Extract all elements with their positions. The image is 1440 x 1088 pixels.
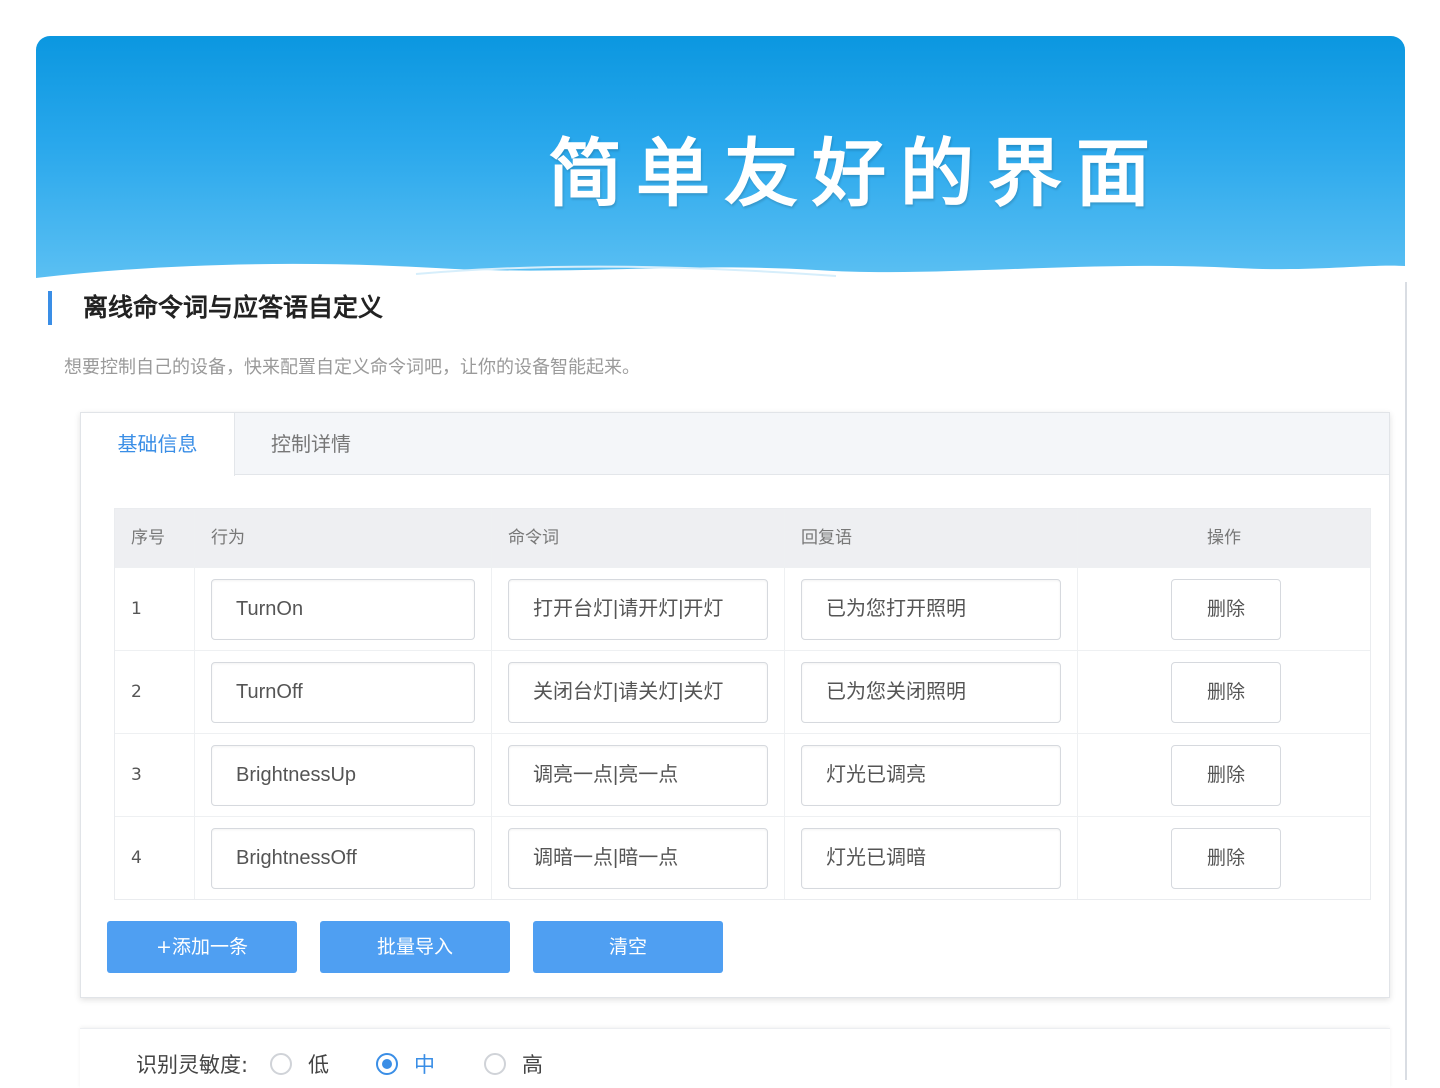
delete-button[interactable]: 删除 — [1171, 662, 1281, 723]
sensitivity-label: 识别灵敏度: — [136, 1053, 249, 1077]
reply-input[interactable]: 已为您关闭照明 — [801, 662, 1061, 723]
reply-input[interactable]: 灯光已调亮 — [801, 745, 1061, 806]
header-action: 操作 — [1207, 528, 1241, 548]
add-row-button[interactable]: +添加一条 — [107, 921, 297, 973]
sensitivity-high-radio[interactable] — [484, 1053, 506, 1075]
command-input[interactable]: 打开台灯|请开灯|开灯 — [508, 579, 768, 640]
reply-input[interactable]: 已为您打开照明 — [801, 579, 1061, 640]
sensitivity-low-radio[interactable] — [270, 1053, 292, 1075]
row-index: 1 — [115, 568, 195, 650]
table-row: 3 BrightnessUp 调亮一点|亮一点 灯光已调亮 删除 — [115, 733, 1370, 816]
delete-button[interactable]: 删除 — [1171, 828, 1281, 889]
sensitivity-card: 识别灵敏度: 低 中 高 — [80, 1028, 1390, 1088]
header-index: 序号 — [115, 509, 195, 567]
sensitivity-low-label[interactable]: 低 — [308, 1049, 329, 1079]
reply-input[interactable]: 灯光已调暗 — [801, 828, 1061, 889]
command-input[interactable]: 调暗一点|暗一点 — [508, 828, 768, 889]
clear-button[interactable]: 清空 — [533, 921, 723, 973]
section-description: 想要控制自己的设备，快来配置自定义命令词吧，让你的设备智能起来。 — [64, 357, 640, 378]
banner: 简单友好的界面 — [36, 36, 1405, 282]
tab-basic-info[interactable]: 基础信息 — [81, 413, 235, 476]
content-edge — [1405, 282, 1407, 1080]
header-behavior: 行为 — [195, 509, 492, 567]
behavior-input[interactable]: TurnOff — [211, 662, 475, 723]
table-header: 序号 行为 命令词 回复语 操作 — [115, 509, 1370, 567]
row-index: 3 — [115, 734, 195, 816]
batch-import-button[interactable]: 批量导入 — [320, 921, 510, 973]
tab-bar: 基础信息 控制详情 — [81, 413, 1389, 476]
behavior-input[interactable]: BrightnessOff — [211, 828, 475, 889]
section-title: 离线命令词与应答语自定义 — [83, 293, 384, 322]
row-index: 4 — [115, 817, 195, 899]
delete-button[interactable]: 删除 — [1171, 579, 1281, 640]
sensitivity-medium-radio[interactable] — [376, 1053, 398, 1075]
row-index: 2 — [115, 651, 195, 733]
delete-button[interactable]: 删除 — [1171, 745, 1281, 806]
sensitivity-medium-label[interactable]: 中 — [414, 1049, 435, 1079]
sensitivity-high-label[interactable]: 高 — [522, 1049, 543, 1079]
table-row: 1 TurnOn 打开台灯|请开灯|开灯 已为您打开照明 删除 — [115, 567, 1370, 650]
header-command: 命令词 — [492, 509, 785, 567]
header-reply: 回复语 — [785, 509, 1078, 567]
behavior-input[interactable]: BrightnessUp — [211, 745, 475, 806]
command-input[interactable]: 调亮一点|亮一点 — [508, 745, 768, 806]
command-table: 序号 行为 命令词 回复语 操作 1 TurnOn 打开台灯|请开灯|开灯 已为… — [114, 508, 1371, 900]
command-input[interactable]: 关闭台灯|请关灯|关灯 — [508, 662, 768, 723]
table-row: 2 TurnOff 关闭台灯|请关灯|关灯 已为您关闭照明 删除 — [115, 650, 1370, 733]
section-accent-bar — [48, 291, 52, 325]
banner-wave — [36, 263, 1405, 282]
tab-control-details[interactable]: 控制详情 — [241, 413, 381, 475]
banner-title: 简单友好的界面 — [548, 131, 1164, 217]
table-row: 4 BrightnessOff 调暗一点|暗一点 灯光已调暗 删除 — [115, 816, 1370, 899]
behavior-input[interactable]: TurnOn — [211, 579, 475, 640]
config-card: 基础信息 控制详情 序号 行为 命令词 回复语 操作 1 TurnOn 打开台灯… — [80, 412, 1390, 998]
